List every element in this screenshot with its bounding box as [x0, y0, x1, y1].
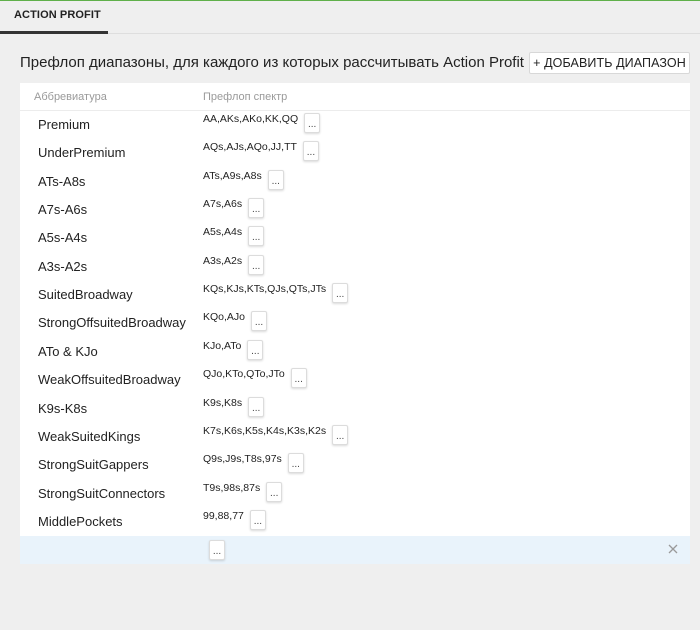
- edit-range-button[interactable]: ...: [249, 509, 266, 530]
- row-abbreviation: A7s-A6s: [38, 202, 88, 218]
- row-range: QJo,KTo,QTo,JTo...: [203, 368, 307, 389]
- row-abbreviation: ATo & KJo: [38, 343, 98, 359]
- column-header-range: Префлоп спектр: [203, 91, 288, 103]
- edit-range-button[interactable]: ...: [248, 254, 265, 275]
- row-abbreviation: MiddlePockets: [38, 513, 123, 529]
- row-range-text: KQo,AJo: [203, 311, 246, 324]
- edit-range-button[interactable]: ...: [247, 339, 264, 360]
- row-range-text: A3s,A2s: [203, 254, 243, 267]
- row-range: KJo,ATo...: [203, 339, 264, 360]
- edit-range-button[interactable]: ...: [248, 226, 265, 247]
- edit-range-button[interactable]: ...: [266, 481, 283, 502]
- table-row[interactable]: A7s-A6s A7s,A6s...: [20, 195, 690, 223]
- edit-range-button[interactable]: ...: [332, 424, 349, 445]
- row-range-text: Q9s,J9s,T8s,97s: [203, 453, 282, 466]
- row-abbreviation: WeakOffsuitedBroadway: [38, 372, 181, 388]
- tab-action-profit[interactable]: ACTION PROFIT: [0, 1, 108, 34]
- edit-range-button[interactable]: ...: [332, 283, 349, 304]
- row-abbreviation: StrongOffsuitedBroadway: [38, 315, 186, 331]
- edit-range-button[interactable]: ...: [290, 368, 307, 389]
- row-abbreviation: UnderPremium: [38, 145, 126, 161]
- row-abbreviation: A3s-A2s: [38, 258, 88, 274]
- row-range-text: A7s,A6s: [203, 198, 243, 211]
- row-range-text: K9s,K8s: [203, 396, 243, 409]
- row-range: 99,88,77...: [203, 509, 266, 530]
- row-range-text: KJo,ATo: [203, 339, 242, 352]
- table-row[interactable]: ATo & KJo KJo,ATo...: [20, 337, 690, 365]
- edit-range-button[interactable]: ...: [248, 396, 265, 417]
- table-row[interactable]: StrongSuitGappers Q9s,J9s,T8s,97s...: [20, 450, 690, 478]
- row-abbreviation: A5s-A4s: [38, 230, 88, 246]
- edit-range-button[interactable]: ...: [287, 453, 304, 474]
- row-range-text: A5s,A4s: [203, 226, 243, 239]
- table-header: Аббревиатура Префлоп спектр: [20, 83, 690, 111]
- edit-range-button[interactable]: ...: [248, 198, 265, 219]
- table-row[interactable]: ATs-A8s ATs,A9s,A8s...: [20, 167, 690, 195]
- column-header-abbr: Аббревиатура: [34, 91, 107, 103]
- edit-range-button[interactable]: ...: [304, 113, 321, 133]
- row-range-text: 99,88,77: [203, 509, 244, 522]
- row-range-text: T9s,98s,87s: [203, 481, 261, 494]
- row-range: A5s,A4s...: [203, 226, 265, 247]
- new-row-edit-range-button[interactable]: ...: [209, 540, 225, 560]
- add-range-button[interactable]: + ДОБАВИТЬ ДИАПАЗОН: [529, 52, 690, 74]
- table-row[interactable]: UnderPremium AQs,AJs,AQo,JJ,TT...: [20, 138, 690, 166]
- table-row[interactable]: StrongOffsuitedBroadway KQo,AJo...: [20, 308, 690, 336]
- row-abbreviation: K9s-K8s: [38, 400, 88, 416]
- table-row[interactable]: WeakSuitedKings K7s,K6s,K5s,K4s,K3s,K2s..…: [20, 422, 690, 450]
- table-row[interactable]: StrongSuitConnectors T9s,98s,87s...: [20, 479, 690, 507]
- row-abbreviation: WeakSuitedKings: [38, 428, 141, 444]
- row-range-text: AQs,AJs,AQo,JJ,TT: [203, 141, 297, 154]
- ranges-table: Аббревиатура Префлоп спектр Premium AA,AK…: [20, 83, 690, 564]
- close-icon[interactable]: [667, 543, 679, 555]
- edit-range-button[interactable]: ...: [267, 169, 284, 190]
- row-range-text: K7s,K6s,K5s,K4s,K3s,K2s: [203, 424, 327, 437]
- row-range: KQs,KJs,KTs,QJs,QTs,JTs...: [203, 283, 349, 304]
- edit-range-button[interactable]: ...: [251, 311, 268, 332]
- row-range: A3s,A2s...: [203, 254, 265, 275]
- row-abbreviation: ATs-A8s: [38, 173, 86, 189]
- page-title: Префлоп диапазоны, для каждого из которы…: [20, 54, 524, 71]
- row-abbreviation: StrongSuitConnectors: [38, 485, 166, 501]
- row-range: KQo,AJo...: [203, 311, 268, 332]
- row-range: AQs,AJs,AQo,JJ,TT...: [203, 141, 319, 162]
- table-row[interactable]: WeakOffsuitedBroadway QJo,KTo,QTo,JTo...: [20, 365, 690, 393]
- table-row[interactable]: Premium AA,AKs,AKo,KK,QQ...: [20, 110, 690, 138]
- edit-range-button[interactable]: ...: [302, 141, 319, 162]
- row-range-text: QJo,KTo,QTo,JTo: [203, 368, 285, 381]
- table-row[interactable]: A3s-A2s A3s,A2s...: [20, 252, 690, 280]
- table-row[interactable]: MiddlePockets 99,88,77...: [20, 507, 690, 535]
- row-range: A7s,A6s...: [203, 198, 265, 219]
- row-range: Q9s,J9s,T8s,97s...: [203, 453, 304, 474]
- table-row[interactable]: K9s-K8s K9s,K8s...: [20, 394, 690, 422]
- row-range: K7s,K6s,K5s,K4s,K3s,K2s...: [203, 424, 349, 445]
- row-range: T9s,98s,87s...: [203, 481, 283, 502]
- new-range-row[interactable]: ...: [20, 536, 690, 564]
- tabbar-divider: [108, 33, 700, 34]
- row-range: AA,AKs,AKo,KK,QQ...: [203, 113, 321, 133]
- row-range-text: KQs,KJs,KTs,QJs,QTs,JTs: [203, 283, 327, 296]
- row-abbreviation: Premium: [38, 117, 91, 132]
- row-abbreviation: StrongSuitGappers: [38, 457, 149, 473]
- row-abbreviation: SuitedBroadway: [38, 287, 133, 303]
- table-row[interactable]: A5s-A4s A5s,A4s...: [20, 223, 690, 251]
- row-range-text: AA,AKs,AKo,KK,QQ: [203, 113, 299, 125]
- row-range-text: ATs,A9s,A8s: [203, 169, 262, 182]
- table-row[interactable]: SuitedBroadway KQs,KJs,KTs,QJs,QTs,JTs...: [20, 280, 690, 308]
- row-range: K9s,K8s...: [203, 396, 265, 417]
- row-range: ATs,A9s,A8s...: [203, 169, 284, 190]
